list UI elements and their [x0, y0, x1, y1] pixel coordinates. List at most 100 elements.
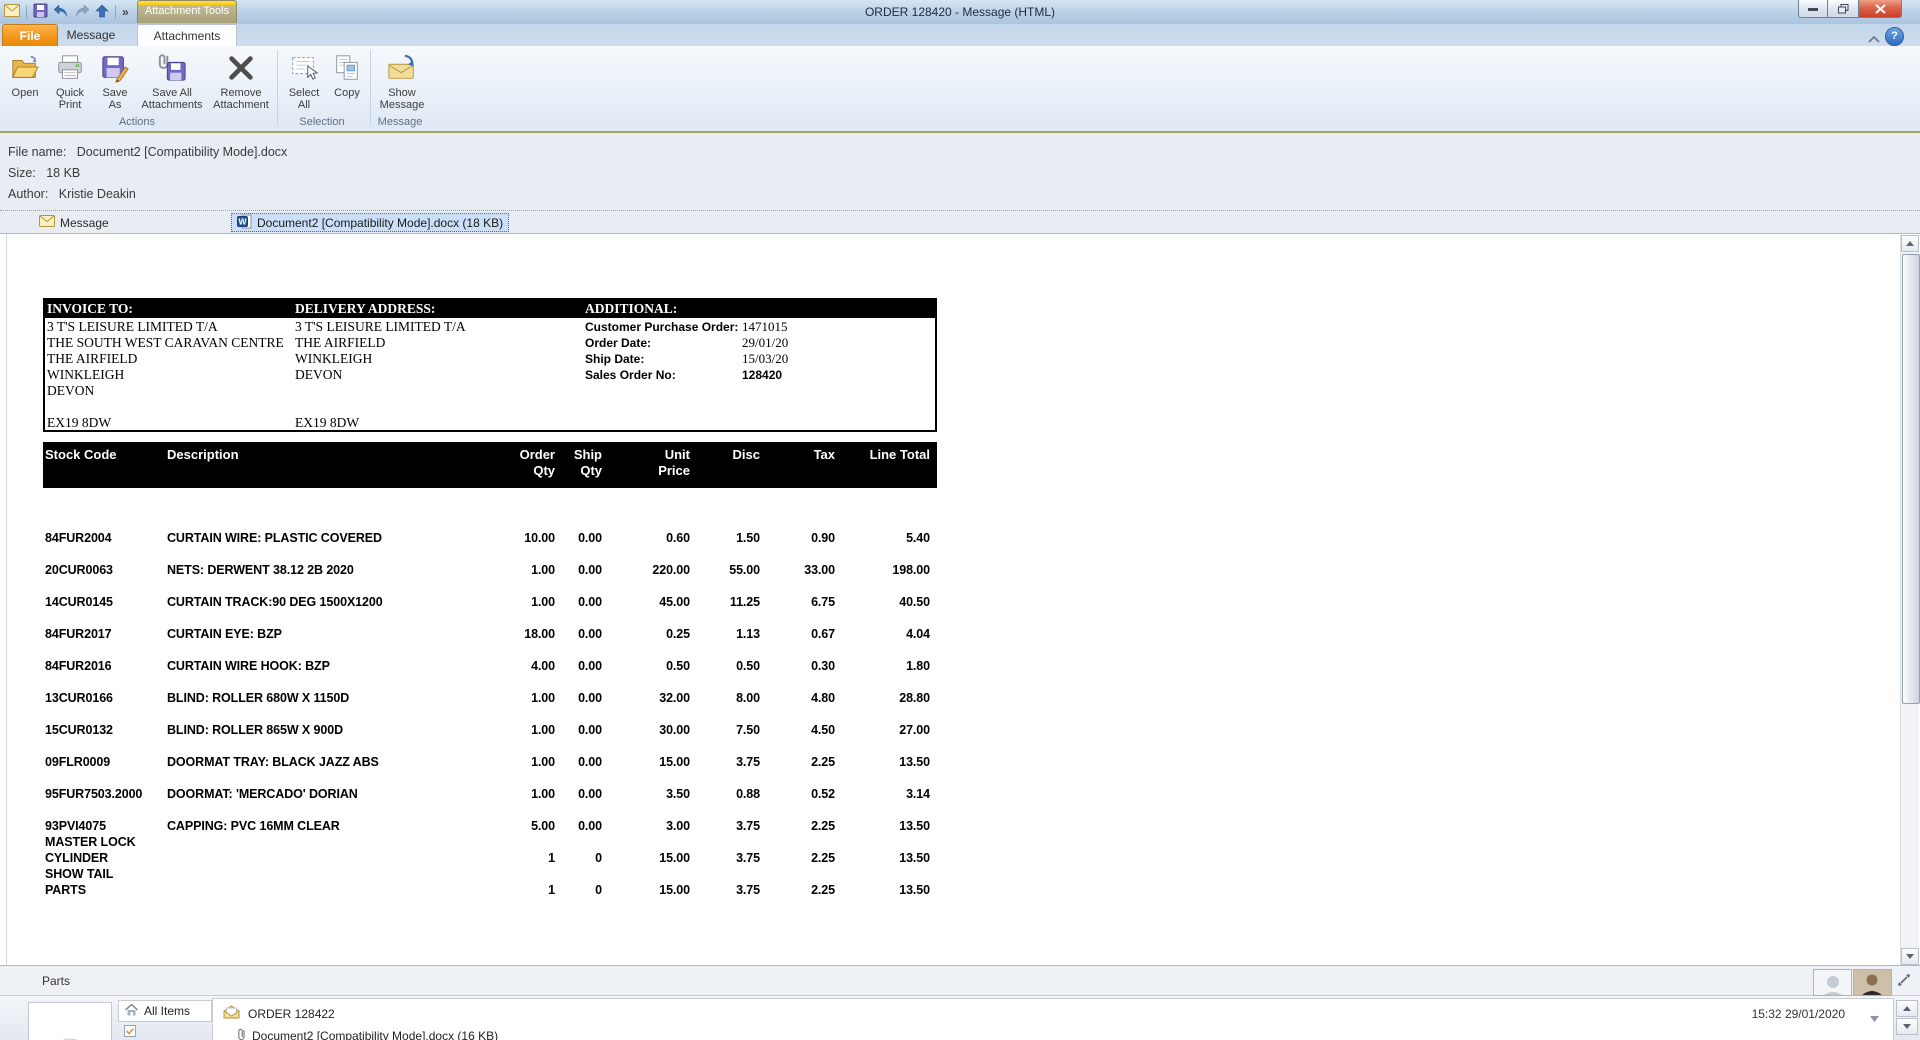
people-pane-title: Parts: [42, 974, 71, 988]
table-header-cell: Tax: [813, 447, 835, 462]
item-timestamp: 15:32 29/01/2020: [1751, 1007, 1845, 1021]
save-as-button[interactable]: Save As: [94, 48, 136, 118]
cell-desc: CURTAIN EYE: BZP: [167, 627, 282, 641]
people-tab-all-items[interactable]: All Items: [118, 1000, 212, 1022]
cell-tax: 2.25: [811, 851, 835, 865]
envelope-icon: [39, 215, 55, 230]
cell-stock: MASTER LOCK CYLINDER: [45, 835, 136, 865]
quick-print-button[interactable]: Quick Print: [46, 48, 94, 118]
attachment-preview-pane: INVOICE TO: DELIVERY ADDRESS: ADDITIONAL…: [0, 233, 1920, 966]
table-header-cell: Ship Qty: [573, 447, 602, 478]
cell-desc: CURTAIN TRACK:90 DEG 1500X1200: [167, 595, 383, 609]
address-line: WINKLEIGH: [295, 351, 373, 366]
additional-value: 128420: [742, 368, 783, 382]
close-button[interactable]: [1859, 0, 1902, 18]
scroll-up-button[interactable]: [1901, 235, 1919, 252]
people-tab-partial[interactable]: [118, 1022, 212, 1040]
attachment-name: Document2 [Compatibility Mode].docx (16 …: [252, 1028, 499, 1040]
table-row: SHOW TAIL PARTS 1 0 15.00 3.75 2.25 13.50: [43, 866, 937, 898]
cell-stock: 14CUR0145: [45, 595, 113, 609]
table-row: 84FUR2016 CURTAIN WIRE HOOK: BZP 4.00 0.00 0…: [43, 658, 937, 674]
show-message-button[interactable]: Show Message: [374, 48, 430, 118]
button-label: Remove Attachment: [213, 87, 269, 111]
cell-ship: 0.00: [578, 531, 602, 545]
cell-tax: 0.30: [811, 659, 835, 673]
select-all-button[interactable]: Select All: [281, 48, 327, 118]
minimize-ribbon-icon[interactable]: [1868, 32, 1880, 46]
minimize-button[interactable]: [1798, 0, 1828, 18]
tab-attachments[interactable]: Attachments: [137, 24, 237, 47]
button-label: Select All: [288, 87, 320, 111]
cell-desc: BLIND: ROLLER 680W X 1150D: [167, 691, 350, 705]
help-icon[interactable]: ?: [1885, 27, 1904, 46]
additional-label: Ship Date:: [585, 352, 645, 366]
additional-label: Order Date:: [585, 336, 652, 350]
cell-tax: 6.75: [811, 595, 835, 609]
button-label: Quick Print: [55, 87, 85, 111]
additional-details: Customer Purchase Order: 1471015 Order Dat…: [585, 319, 788, 383]
related-item[interactable]: ORDER 128422: [223, 1005, 335, 1022]
related-item-title: ORDER 128422: [248, 1006, 335, 1021]
tab-message-preview[interactable]: Message: [36, 214, 112, 231]
tab-message-label: Message: [60, 215, 109, 230]
tab-message[interactable]: Message: [60, 24, 122, 46]
additional-value: 15/03/20: [742, 351, 789, 366]
cell-tax: 4.80: [811, 691, 835, 705]
cell-total: 28.80: [899, 691, 930, 705]
cell-total: 1.80: [906, 659, 930, 673]
printer-icon: [55, 51, 85, 85]
table-row: MASTER LOCK CYLINDER 1 0 15.00 3.75 2.25 13.50: [43, 834, 937, 866]
additional-row: Order Date: 29/01/20: [585, 335, 788, 351]
table-row: 13CUR0166 BLIND: ROLLER 680W X 1150D 1.00 0…: [43, 690, 937, 706]
table-header-bar: Stock Code Description Order Qty Ship Qty Un…: [43, 442, 937, 488]
scroll-down-button[interactable]: [1901, 948, 1919, 965]
open-button[interactable]: Open: [4, 48, 46, 118]
open-folder-icon: [10, 51, 40, 85]
cell-disc: 11.25: [729, 595, 760, 609]
size-label: Size:: [8, 166, 36, 180]
cell-disc: 0.88: [736, 787, 760, 801]
people-scroll-up-button[interactable]: [1896, 1000, 1918, 1017]
table-header-cell: Disc: [732, 447, 760, 462]
tab-attachment-preview[interactable]: W Document2 [Compatibility Mode].docx (1…: [231, 213, 510, 232]
expand-people-pane-icon[interactable]: [1897, 973, 1911, 990]
cell-disc: 0.50: [736, 659, 760, 673]
contact-avatar-photo[interactable]: [1853, 969, 1892, 996]
cell-total: 5.40: [906, 531, 930, 545]
cell-tax: 2.25: [811, 819, 835, 833]
size-row: Size: 18 KB: [8, 166, 80, 180]
address-line: DEVON: [295, 367, 343, 382]
select-all-icon: [289, 51, 319, 85]
table-row: 09FLR0009 DOORMAT TRAY: BLACK JAZZ ABS 1.0…: [43, 754, 937, 770]
cell-stock: 13CUR0166: [45, 691, 113, 705]
item-dropdown-icon[interactable]: [1870, 1011, 1879, 1025]
attachment-info-panel: File name: Document2 [Compatibility Mode…: [0, 133, 1920, 210]
table-row: 14CUR0145 CURTAIN TRACK:90 DEG 1500X1200 1…: [43, 594, 937, 610]
related-item-attachment[interactable]: Document2 [Compatibility Mode].docx (16 …: [237, 1027, 498, 1040]
invoice-address-box: INVOICE TO: DELIVERY ADDRESS: ADDITIONAL…: [43, 298, 937, 432]
address-line: [47, 399, 284, 415]
remove-attachment-button[interactable]: Remove Attachment: [208, 48, 274, 118]
author-row: Author: Kristie Deakin: [8, 187, 136, 201]
paperclip-icon: [237, 1027, 246, 1040]
cell-ship: 0.00: [578, 723, 602, 737]
svg-text:W: W: [238, 216, 247, 226]
people-pane-scrollbar[interactable]: [1896, 1000, 1918, 1036]
copy-button[interactable]: Copy: [327, 48, 367, 118]
contact-avatar-silhouette[interactable]: [1813, 969, 1852, 996]
preview-scrollbar[interactable]: [1900, 235, 1920, 965]
scrollbar-thumb[interactable]: [1902, 254, 1920, 704]
save-all-attachments-button[interactable]: Save All Attachments: [136, 48, 208, 118]
cell-disc: 55.00: [729, 563, 760, 577]
restore-button[interactable]: [1828, 0, 1859, 18]
cell-desc: CURTAIN WIRE HOOK: BZP: [167, 659, 330, 673]
address-line: [295, 383, 466, 399]
tab-file[interactable]: File: [2, 24, 58, 47]
cell-ship: 0.00: [578, 659, 602, 673]
cell-ship: 0: [595, 851, 602, 865]
invoice-to-address: 3 T'S LEISURE LIMITED T/A THE SOUTH WEST …: [47, 319, 284, 431]
cell-total: 27.00: [899, 723, 930, 737]
copy-icon: [332, 51, 362, 85]
address-line: [295, 399, 466, 415]
people-scroll-down-button[interactable]: [1896, 1018, 1918, 1035]
